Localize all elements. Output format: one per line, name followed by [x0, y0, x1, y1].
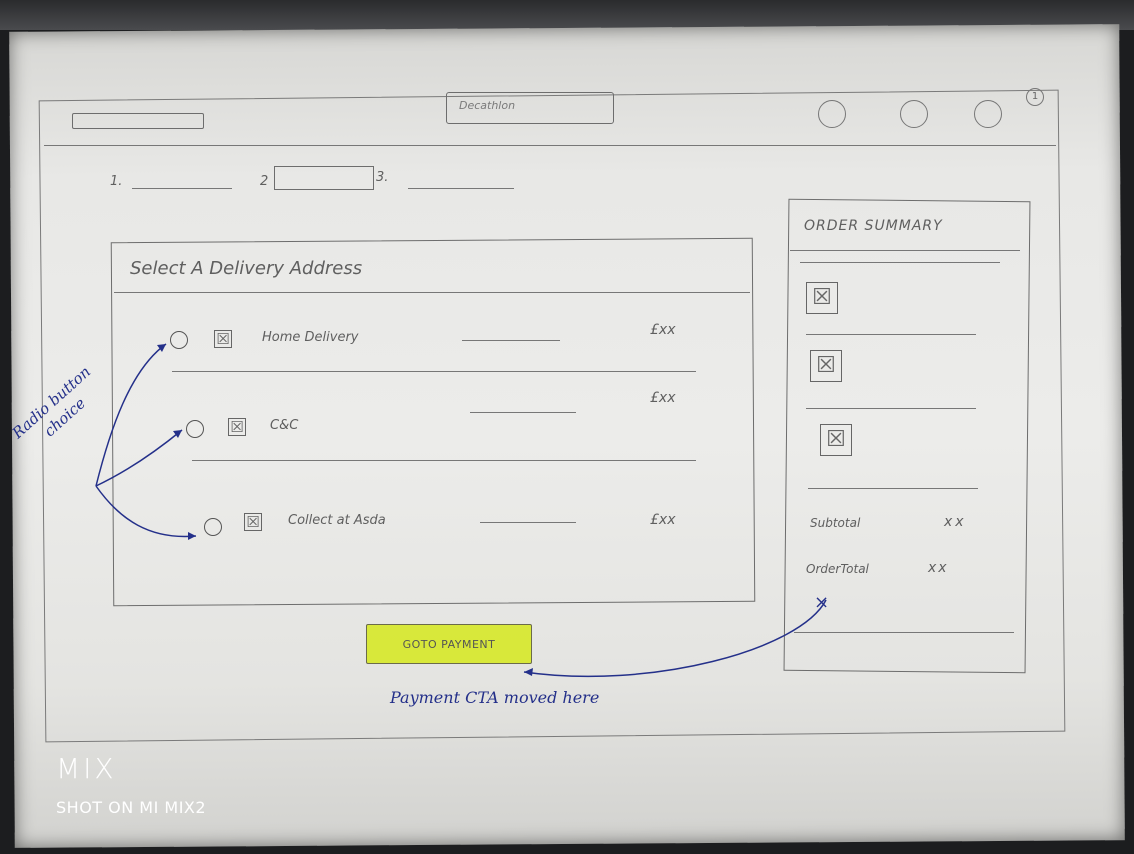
header-icon-3[interactable]	[974, 100, 1002, 128]
subtotal-value: xx	[944, 514, 967, 530]
go-to-payment-label: GOTO PAYMENT	[402, 637, 496, 651]
step-3-line[interactable]	[408, 188, 514, 189]
collect-asda-price: £xx	[650, 512, 676, 528]
delivery-panel	[110, 237, 756, 607]
step-1-label: 1.	[110, 174, 123, 189]
box-glyph: ☒	[216, 329, 230, 348]
click-collect-label: C&C	[270, 418, 299, 433]
badge-number: 1	[1031, 91, 1039, 102]
step-2-box[interactable]	[274, 166, 374, 190]
search-bar[interactable]: Decathlon	[446, 92, 614, 124]
watermark-brand: MIX	[56, 752, 117, 785]
step-1-line[interactable]	[132, 188, 232, 189]
option-divider-1	[172, 371, 696, 372]
option-divider-2	[192, 460, 696, 461]
collect-asda-detail-line	[480, 522, 576, 523]
header-icon-1[interactable]	[818, 100, 846, 128]
step-2-label: 2	[260, 174, 269, 189]
summary-item-2-glyph: ☒	[816, 353, 836, 378]
summary-divider-2	[806, 408, 976, 409]
order-total-label: OrderTotal	[806, 562, 869, 576]
summary-item-3-thumbnail: ☒	[820, 424, 852, 456]
checkout-steps: 1. 2 3.	[110, 166, 530, 198]
header-icon-2[interactable]	[900, 100, 928, 128]
collect-asda-label: Collect at Asda	[288, 513, 386, 528]
summary-header-divider	[790, 250, 1020, 251]
click-collect-radio[interactable]	[186, 420, 204, 438]
delivery-heading: Select A Delivery Address	[130, 258, 363, 279]
subtotal-label: Subtotal	[810, 516, 861, 530]
home-delivery-image-placeholder: ☒	[214, 330, 232, 348]
logo-placeholder[interactable]	[72, 113, 204, 129]
collect-asda-radio[interactable]	[204, 518, 222, 536]
home-delivery-label: Home Delivery	[262, 330, 359, 345]
summary-header-divider-2	[800, 262, 1000, 263]
home-delivery-price: £xx	[650, 322, 676, 338]
box-glyph-2: ☒	[230, 417, 244, 436]
cta-annotation: Payment CTA moved here	[390, 688, 600, 707]
collect-asda-image-placeholder: ☒	[244, 513, 262, 531]
browser-header-divider	[44, 145, 1056, 146]
moved-cta-marker: ×	[814, 592, 830, 613]
summary-item-3-glyph: ☒	[826, 427, 846, 452]
summary-bottom-divider	[794, 632, 1014, 633]
click-collect-price: £xx	[650, 390, 676, 406]
order-total-value: xx	[928, 560, 949, 576]
box-glyph-3: ☒	[246, 512, 260, 531]
summary-divider-3	[808, 488, 978, 489]
home-delivery-detail-line	[462, 340, 560, 341]
home-delivery-radio[interactable]	[170, 331, 188, 349]
go-to-payment-button[interactable]: GOTO PAYMENT	[366, 624, 532, 664]
summary-item-1-glyph: ☒	[812, 285, 832, 310]
site-title: Decathlon	[459, 99, 516, 112]
delivery-panel-header-divider	[114, 292, 750, 293]
order-summary-heading: ORDER SUMMARY	[804, 218, 943, 234]
notification-badge: 1	[1026, 88, 1044, 106]
watermark-caption: SHOT ON MI MIX2	[56, 798, 207, 817]
click-collect-detail-line	[470, 412, 576, 413]
summary-divider-1	[806, 334, 976, 335]
summary-item-1-thumbnail: ☒	[806, 282, 838, 314]
summary-item-2-thumbnail: ☒	[810, 350, 842, 382]
step-3-label: 3.	[376, 170, 389, 185]
click-collect-image-placeholder: ☒	[228, 418, 246, 436]
